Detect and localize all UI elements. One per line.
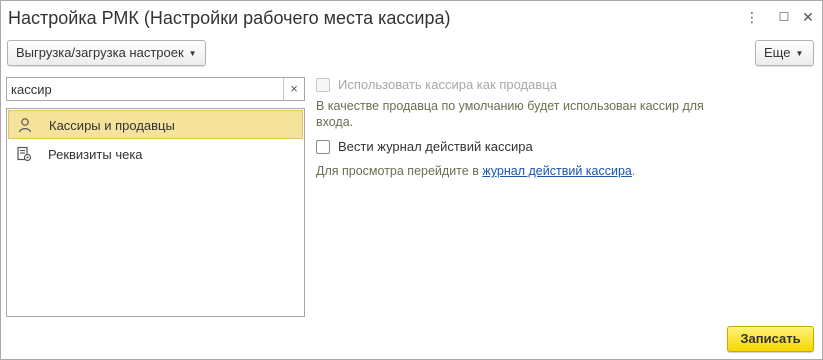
use-cashier-as-seller-label: Использовать кассира как продавца bbox=[338, 77, 557, 92]
more-button[interactable]: Еще ▼ bbox=[755, 40, 814, 66]
receipt-settings-icon bbox=[16, 146, 32, 162]
save-button[interactable]: Записать bbox=[727, 326, 814, 352]
search-input[interactable]: кассир × bbox=[6, 77, 305, 101]
chevron-down-icon: ▼ bbox=[795, 48, 804, 58]
keep-cashier-log-checkbox[interactable] bbox=[316, 140, 330, 154]
search-value: кассир bbox=[11, 82, 52, 97]
window-title: Настройка РМК (Настройки рабочего места … bbox=[8, 8, 451, 28]
close-icon[interactable]: ✕ bbox=[798, 7, 818, 27]
section-item-receipt-details[interactable]: Реквизиты чека bbox=[8, 140, 303, 169]
use-cashier-as-seller-hint: В качестве продавца по умолчанию будет и… bbox=[316, 99, 704, 129]
use-cashier-as-seller-checkbox[interactable] bbox=[316, 78, 330, 92]
settings-window: Настройка РМК (Настройки рабочего места … bbox=[0, 0, 823, 360]
cashier-log-hint-prefix: Для просмотра перейдите в bbox=[316, 164, 483, 178]
export-import-settings-button[interactable]: Выгрузка/загрузка настроек ▼ bbox=[7, 40, 206, 66]
keep-cashier-log-label: Вести журнал действий кассира bbox=[338, 139, 533, 154]
chevron-down-icon: ▼ bbox=[188, 48, 197, 58]
sections-list: Кассиры и продавцы Реквизиты чека bbox=[6, 108, 305, 317]
cashier-log-hint: Для просмотра перейдите в журнал действи… bbox=[316, 163, 635, 179]
clear-search-icon[interactable]: × bbox=[283, 78, 304, 100]
section-item-cashiers-sellers[interactable]: Кассиры и продавцы bbox=[8, 110, 303, 139]
more-actions-icon[interactable]: ⋮ bbox=[742, 7, 762, 27]
person-icon bbox=[17, 117, 33, 133]
more-button-label: Еще bbox=[764, 45, 791, 60]
export-import-settings-label: Выгрузка/загрузка настроек bbox=[16, 45, 184, 60]
cashier-log-hint-suffix: . bbox=[631, 164, 636, 178]
section-item-label: Реквизиты чека bbox=[48, 147, 143, 162]
maximize-icon[interactable]: ☐ bbox=[774, 7, 794, 27]
cashier-log-link[interactable]: журнал действий кассира bbox=[482, 164, 632, 178]
section-item-label: Кассиры и продавцы bbox=[49, 118, 175, 133]
